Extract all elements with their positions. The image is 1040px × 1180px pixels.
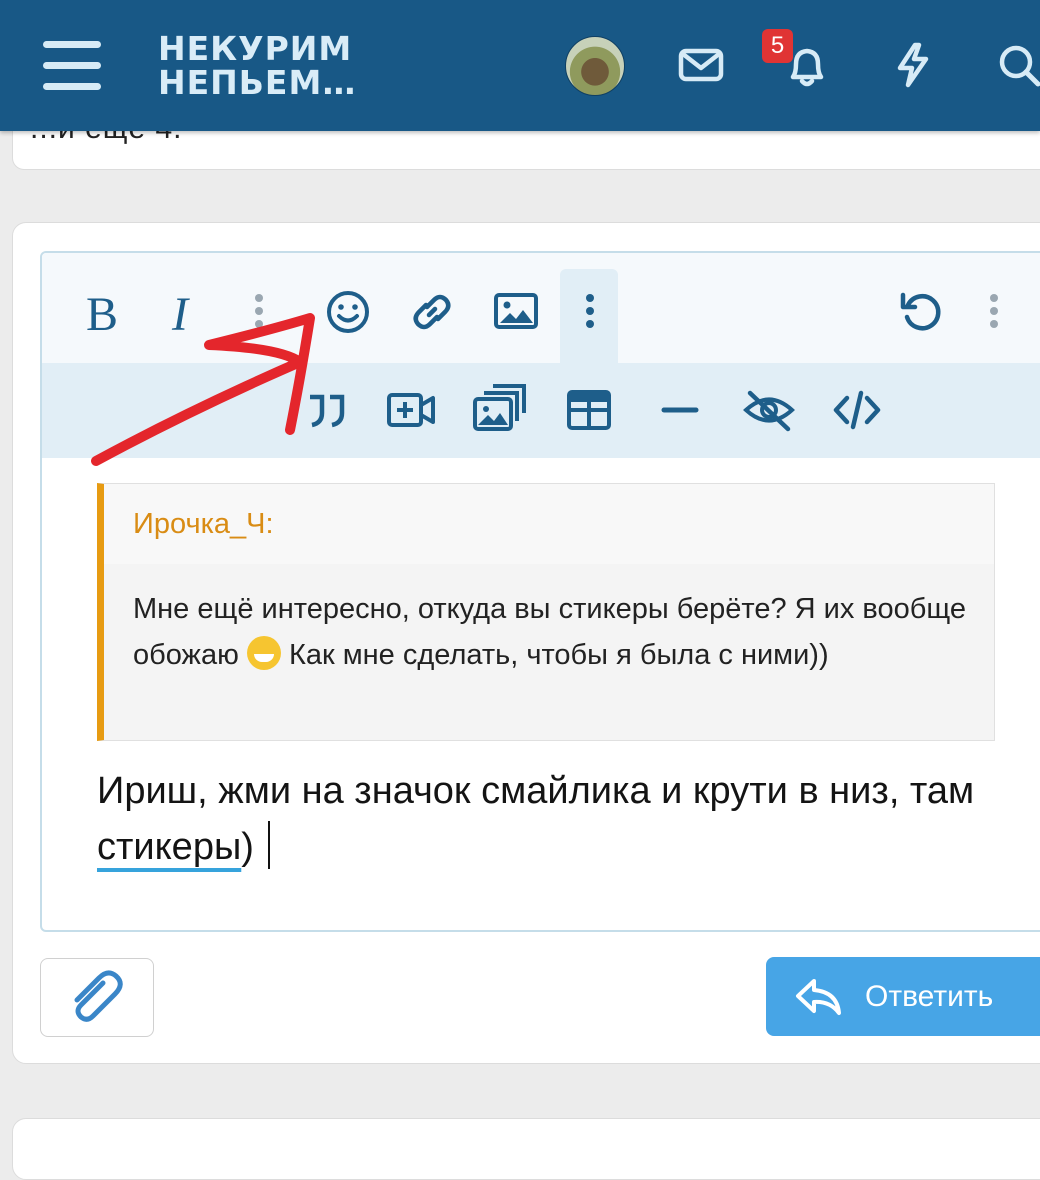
code-icon[interactable] <box>832 387 882 433</box>
text-caret <box>267 821 270 869</box>
reply-text[interactable]: Ириш, жми на значок смайлика и крути в н… <box>97 763 977 875</box>
video-icon[interactable] <box>386 387 436 433</box>
image-icon[interactable] <box>493 291 539 331</box>
next-post-card <box>12 1118 1040 1180</box>
top-bar: НЕКУРИМ НЕПЬЕМ… 5 <box>0 0 1040 131</box>
paperclip-icon <box>74 970 123 1022</box>
quote-author[interactable]: Ирочка_Ч: <box>133 508 274 541</box>
search-icon[interactable] <box>994 40 1040 90</box>
quote-text: Мне ещё интересно, откуда вы стикеры бер… <box>133 586 973 678</box>
rich-text-editor[interactable]: B I Ирочка_Ч: Мне ещё интересно, откуда … <box>40 251 1040 932</box>
attach-file-button[interactable] <box>40 958 154 1037</box>
logo-line-1: НЕКУРИМ <box>158 29 353 68</box>
gallery-icon[interactable] <box>472 383 528 433</box>
reply-button[interactable]: Ответить <box>766 957 1040 1036</box>
lightning-icon[interactable] <box>888 40 938 90</box>
bold-icon[interactable]: B <box>86 287 118 342</box>
editor-toolbar-primary <box>42 253 1040 363</box>
horizontal-rule-icon[interactable] <box>660 387 700 433</box>
table-icon[interactable] <box>566 387 612 433</box>
overflow-icon[interactable] <box>990 294 998 333</box>
quote-text-part2: Как мне сделать, чтобы я была с ними)) <box>288 639 829 671</box>
italic-icon[interactable]: I <box>172 287 188 342</box>
smiley-icon[interactable] <box>325 289 371 335</box>
spoiler-icon[interactable] <box>742 387 796 433</box>
logo-line-2: НЕПЬЕМ… <box>158 63 357 102</box>
reply-text-part2: ) <box>241 826 254 868</box>
more-options-icon[interactable] <box>255 294 263 333</box>
quote-block: Ирочка_Ч: Мне ещё интересно, откуда вы с… <box>97 483 995 741</box>
grinning-sweat-emoji-icon <box>246 636 281 670</box>
reply-text-part1: Ириш, жми на значок смайлика и крути в н… <box>97 770 975 812</box>
editor-toolbar-secondary <box>42 363 1040 458</box>
more-active-icon[interactable] <box>586 294 594 333</box>
spellcheck-underlined-word: стикеры <box>97 826 242 868</box>
quote-icon[interactable] <box>304 387 350 433</box>
notification-badge: 5 <box>762 29 793 63</box>
mail-icon[interactable] <box>677 40 727 90</box>
site-logo[interactable]: НЕКУРИМ НЕПЬЕМ… <box>158 32 356 100</box>
link-icon[interactable] <box>409 289 455 335</box>
reply-button-label: Ответить <box>865 980 994 1013</box>
undo-icon[interactable] <box>898 289 944 335</box>
avatar[interactable] <box>565 36 625 96</box>
hamburger-menu-icon[interactable] <box>43 41 101 91</box>
reply-arrow-icon <box>796 979 841 1015</box>
